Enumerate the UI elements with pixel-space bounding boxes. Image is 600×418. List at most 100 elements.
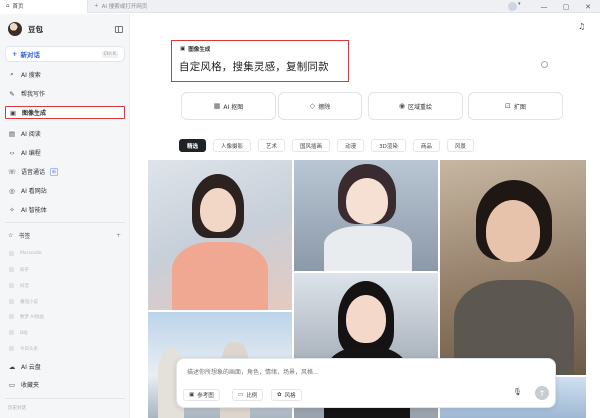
ratio-icon: ▭	[238, 392, 244, 398]
bookmark-item[interactable]: 今日头条	[20, 346, 38, 352]
tab-home-label: 首页	[12, 4, 24, 10]
prompt-input[interactable]	[187, 367, 487, 377]
page-title: 自定风格，搜集灵感，复制同款	[179, 61, 329, 73]
close-icon[interactable]: ✕	[580, 0, 596, 13]
expand-image-button[interactable]: ⊡ 扩图	[468, 92, 563, 120]
sidebar-item-writing[interactable]: ✎ 帮我写作	[5, 87, 125, 100]
add-bookmark-icon[interactable]: +	[116, 232, 121, 239]
bookmark-item[interactable]: 知乎	[20, 267, 29, 273]
code-icon: ‹›	[9, 148, 15, 157]
book-icon: ▤	[8, 129, 16, 138]
tab-featured[interactable]: 精选	[179, 139, 207, 152]
tab-new-label: AI 搜索或打开网页	[101, 4, 148, 10]
sidebar-item-image-gen[interactable]: ▣ 图像生成	[5, 106, 125, 119]
sidebar-toggle-icon[interactable]	[115, 26, 123, 33]
history-label: 历史对话	[8, 406, 26, 411]
image-icon: ▣	[189, 392, 195, 398]
bookmark-item[interactable]: B站	[20, 330, 28, 336]
palette-icon: ✿	[277, 392, 282, 398]
folder-icon: ▭	[8, 380, 16, 389]
bookmark-favicon	[9, 267, 14, 272]
gallery-image[interactable]	[148, 160, 292, 310]
gallery-image[interactable]	[440, 160, 586, 375]
tab-art[interactable]: 艺术	[258, 139, 286, 152]
tab-products[interactable]: 商品	[412, 139, 440, 152]
bookmark-item[interactable]: 番茄小说	[20, 299, 38, 305]
pen-icon: ✎	[9, 89, 15, 98]
bell-icon[interactable]: ♫	[578, 22, 585, 31]
reference-image-button[interactable]: ▣ 参考图	[183, 389, 220, 401]
new-badge: 新	[50, 167, 59, 176]
compass-icon[interactable]	[541, 61, 548, 68]
headline-card: ▣ 图像生成 自定风格，搜集灵感，复制同款	[171, 40, 349, 82]
section-label: ▣ 图像生成	[180, 45, 210, 53]
user-avatar[interactable]	[508, 2, 517, 11]
tool-label: AI 抠图	[223, 103, 244, 111]
microphone-icon[interactable]: 🎙	[513, 388, 522, 396]
bookmark-favicon	[9, 314, 14, 319]
bookmark-favicon	[9, 251, 14, 256]
sidebar-item-label: AI 编程	[21, 150, 41, 157]
sidebar-item-favorites[interactable]: ▭ 收藏夹	[5, 378, 125, 391]
sidebar-item-ai-search[interactable]: ⌕ AI 搜索	[5, 68, 125, 81]
sidebar-item-reading[interactable]: ▤ AI 阅读	[5, 127, 125, 140]
sidebar-item-label: 语音通话	[21, 169, 46, 176]
sidebar-item-voice-call[interactable]: ☏ 语音通话 新	[5, 165, 125, 178]
sidebar-item-agent[interactable]: ✧ AI 智能体	[5, 203, 125, 216]
redraw-icon: ◉	[398, 102, 406, 110]
bookmark-item[interactable]: 数梦 AI绘画	[20, 314, 44, 320]
phone-icon: ☏	[8, 167, 17, 176]
style-button[interactable]: ✿ 风格	[271, 389, 302, 401]
brand-avatar	[8, 22, 22, 36]
chevron-down-icon[interactable]: ▾	[518, 1, 521, 7]
globe-icon: ◎	[9, 186, 15, 195]
erase-button[interactable]: ◇ 擦除	[278, 92, 362, 120]
tab-guofeng[interactable]: 国风插画	[292, 139, 331, 152]
restore-icon[interactable]: ▢	[558, 0, 574, 13]
send-button[interactable]: ↑	[535, 386, 549, 400]
cutout-icon: ▦	[213, 102, 221, 110]
expand-icon: ⊡	[505, 102, 511, 110]
tab-anime[interactable]: 动漫	[337, 139, 365, 152]
ai-cutout-button[interactable]: ▦ AI 抠图	[181, 92, 276, 120]
new-chat-button[interactable]: + 新对话 Ctrl K	[5, 46, 125, 62]
sidebar-item-label: AI 搜索	[21, 72, 41, 79]
plus-icon: +	[12, 50, 18, 58]
minimize-icon[interactable]: —	[536, 0, 552, 13]
sidebar-item-cloud-drive[interactable]: ☁ AI 云盘	[5, 360, 125, 373]
sidebar-item-coding[interactable]: ‹› AI 编程	[5, 146, 125, 159]
bookmarks-header[interactable]: ☆ 书签 +	[5, 230, 125, 241]
bookmark-item[interactable]: Marscode	[20, 251, 42, 256]
tab-new[interactable]: + AI 搜索或打开网页	[88, 0, 153, 13]
region-redraw-button[interactable]: ◉ 区域重绘	[368, 92, 463, 120]
aspect-ratio-button[interactable]: ▭ 比例	[232, 389, 264, 401]
sidebar-item-web[interactable]: ◎ AI 看网站	[5, 184, 125, 197]
sidebar-item-label: AI 智能体	[21, 207, 47, 214]
category-tabs: 精选 人像摄影 艺术 国风插画 动漫 3D渲染 商品 风景	[179, 139, 474, 152]
sidebar-item-label: AI 云盘	[21, 364, 41, 371]
agent-icon: ✧	[9, 205, 15, 214]
eraser-icon: ◇	[309, 102, 316, 110]
arrow-up-icon: ↑	[538, 388, 546, 398]
tab-home[interactable]: ⌂ 首页	[0, 0, 88, 13]
bookmark-favicon	[9, 283, 14, 288]
cloud-icon: ☁	[8, 362, 16, 371]
bookmark-item[interactable]: 抖音	[20, 283, 29, 289]
bookmarks-title: 书签	[18, 233, 31, 240]
brand-name: 豆包	[28, 24, 43, 34]
style-label: 风格	[284, 393, 296, 399]
plus-icon: +	[94, 3, 99, 9]
bookmark-favicon	[9, 346, 14, 351]
gallery-image[interactable]	[294, 160, 438, 271]
sidebar-divider	[5, 222, 125, 223]
sidebar-divider	[5, 398, 125, 399]
tab-landscape[interactable]: 风景	[446, 139, 474, 152]
star-icon: ☆	[8, 232, 14, 239]
bookmark-favicon	[9, 330, 14, 335]
home-icon: ⌂	[6, 3, 10, 9]
search-icon: ⌕	[10, 70, 14, 78]
tab-portrait[interactable]: 人像摄影	[213, 139, 252, 152]
image-icon: ▣	[9, 108, 17, 117]
reference-image-label: 参考图	[197, 393, 214, 399]
tab-3d[interactable]: 3D渲染	[371, 139, 406, 152]
